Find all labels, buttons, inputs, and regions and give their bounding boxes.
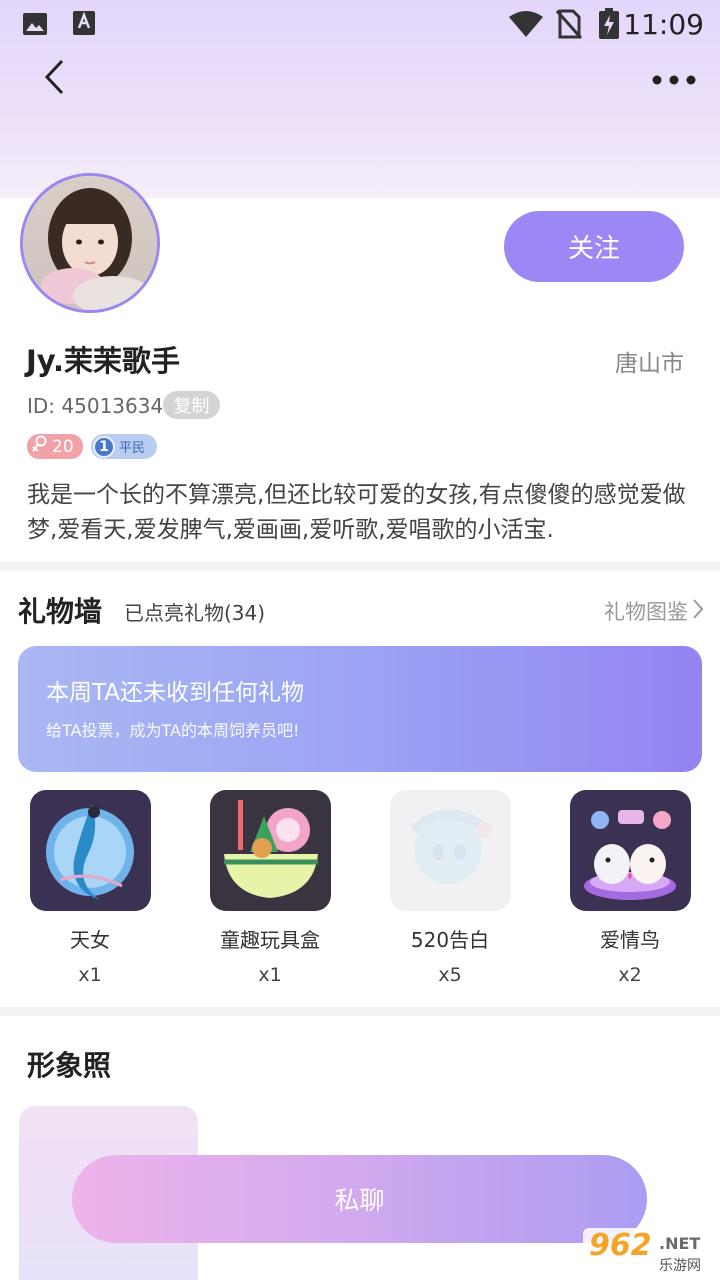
wifi-icon [508,10,544,42]
status-time: 11:09 [623,8,704,41]
watermark-brand: 962 [589,1228,652,1263]
fairy-gift-icon [30,790,151,911]
more-dots-icon [652,70,696,89]
chevron-right-icon [692,598,704,625]
gift-name: 童趣玩具盒 [220,928,320,952]
follow-button[interactable]: 关注 [504,211,684,282]
love-bird-gift-icon [570,790,691,911]
gift-count: x2 [618,964,642,986]
level-number: 1 [93,435,115,458]
banner-title: 本周TA还未收到任何礼物 [46,680,304,706]
nickname: Jy.茉茉歌手 [26,344,181,378]
section-divider [0,1007,720,1016]
gift-item[interactable]: 520告白 x5 [360,790,540,1000]
status-bar: 11:09 [0,0,720,50]
level-name: 平民 [119,441,146,456]
gift-count: x1 [78,964,102,986]
gift-item[interactable]: 童趣玩具盒 x1 [180,790,360,1000]
gift-guide-link[interactable]: 礼物图鉴 [604,596,704,626]
site-watermark: 962 .NET 乐游网 [583,1228,717,1278]
gift-name: 爱情鸟 [600,928,660,952]
level-badge: 1 平民 [91,434,157,459]
gift-count: x1 [258,964,282,986]
gift-item[interactable]: 天女 x1 [0,790,180,1000]
age-text: 20 [52,436,74,457]
gift-lit-count: 已点亮礼物(34) [124,601,266,625]
confession-520-gift-icon [390,790,511,911]
section-divider [0,562,720,571]
private-chat-button[interactable]: 私聊 [72,1155,647,1243]
female-icon [32,435,48,458]
weekly-gift-banner[interactable]: 本周TA还未收到任何礼物 给TA投票，成为TA的本周饲养员吧! [18,646,702,772]
banner-subtitle: 给TA投票，成为TA的本周饲养员吧! [46,721,300,740]
bio-text: 我是一个长的不算漂亮,但还比较可爱的女孩,有点傻傻的感觉爱做梦,爱看天,爱发脾气… [27,482,686,543]
gift-guide-label: 礼物图鉴 [604,600,688,624]
no-sim-icon [555,9,583,43]
watermark-domain: .NET [659,1234,701,1253]
gift-count: x5 [438,964,462,986]
photo-section-title: 形象照 [27,1049,112,1082]
avatar[interactable] [20,173,160,313]
keyboard-a-icon [72,10,96,40]
more-button[interactable] [650,64,698,94]
user-id: ID: 45013634 [27,394,164,418]
gift-name: 520告白 [410,928,490,952]
toy-box-gift-icon [210,790,331,911]
gift-wall-title: 礼物墙 [18,595,103,628]
back-button[interactable] [34,58,74,100]
watermark-site-name: 乐游网 [659,1258,701,1274]
gift-name: 天女 [70,928,110,952]
gender-age-badge: 20 [27,434,83,459]
battery-charging-icon [598,8,620,44]
image-icon [22,12,48,40]
copy-id-button[interactable]: 复制 [163,391,220,419]
gift-item[interactable]: 爱情鸟 x2 [540,790,720,1000]
city-label: 唐山市 [615,351,684,377]
chevron-left-icon [43,59,65,99]
